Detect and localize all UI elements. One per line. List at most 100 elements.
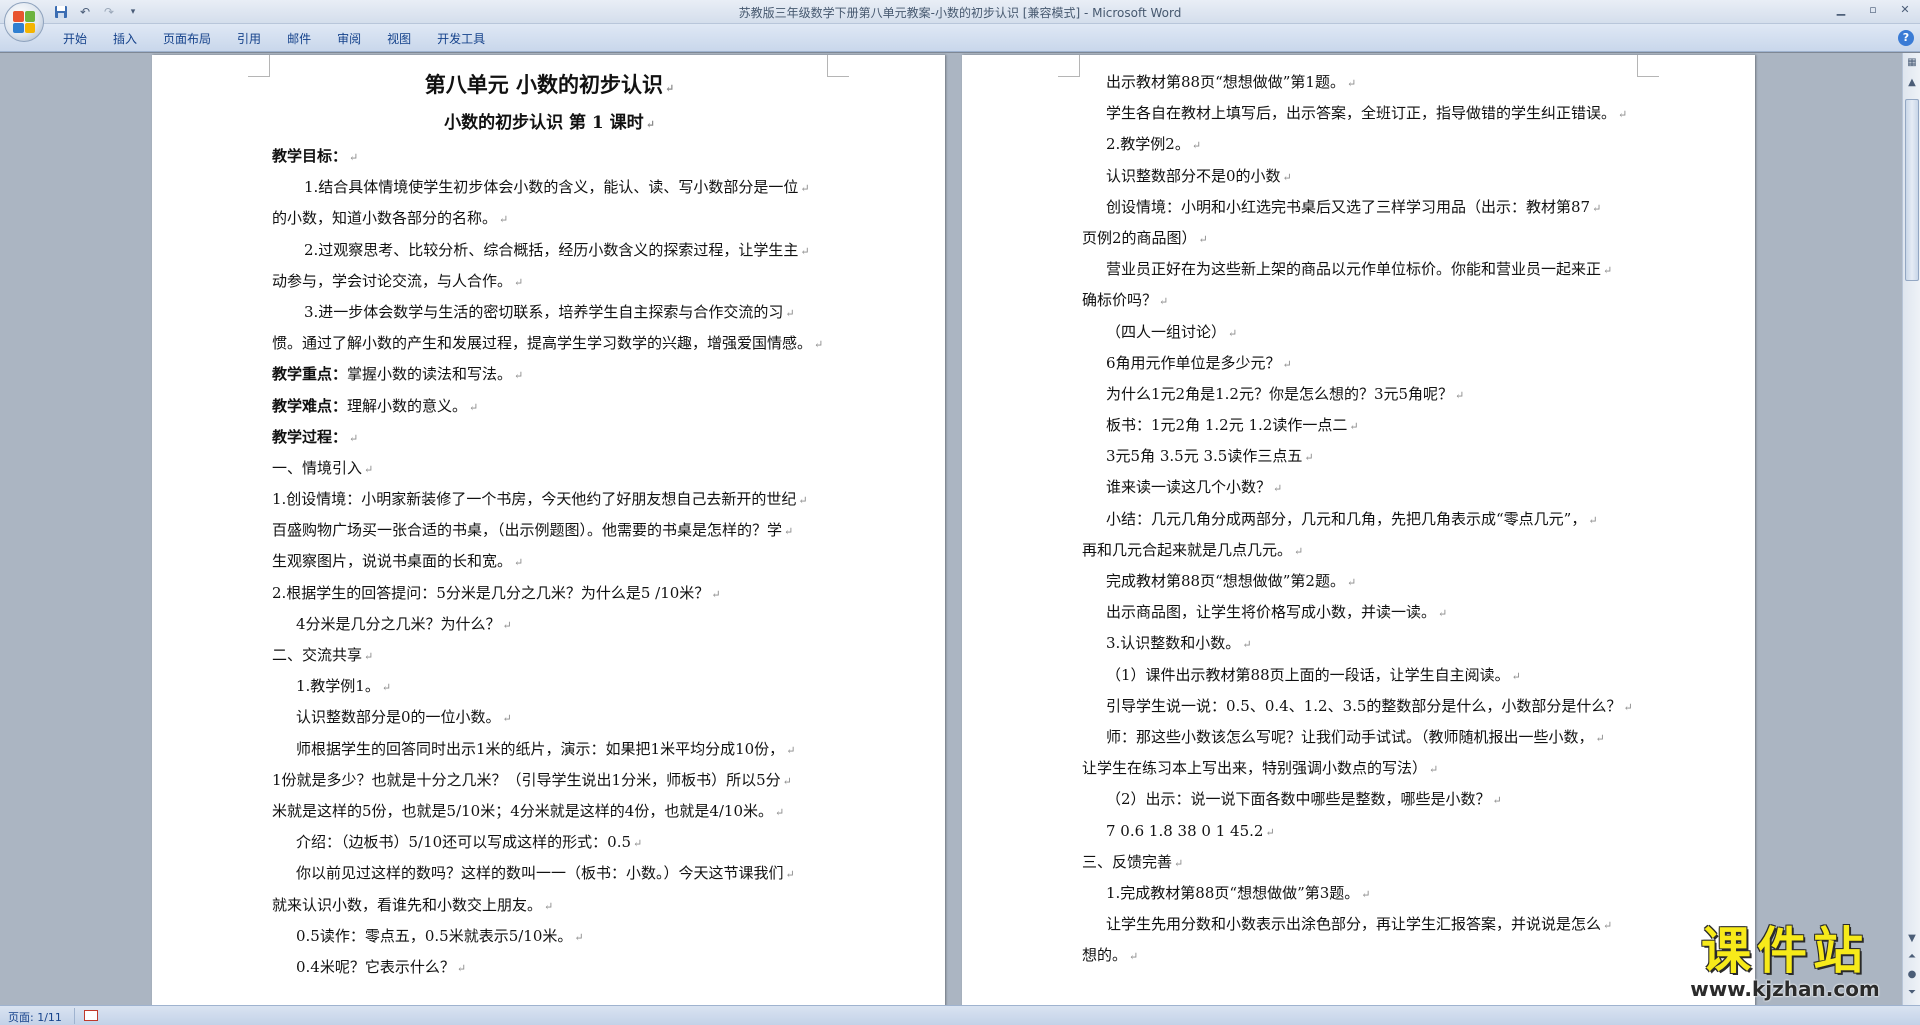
tab-mailings[interactable]: 邮件 (274, 30, 324, 48)
paragraph-line: 出示商品图，让学生将价格写成小数，并读一读。 ↵ (1082, 597, 1637, 628)
paragraph-mark-icon: ↵ (1618, 108, 1628, 122)
maximize-icon[interactable]: ▫ (1864, 2, 1882, 18)
previous-page-icon[interactable]: ⏶ (1904, 949, 1920, 965)
paragraph-text: 1.教学例1。 (296, 677, 380, 696)
paragraph-text: 2.根据学生的回答提问：5分米是几分之几米？为什么是5 /10米？ (272, 583, 710, 602)
tab-insert[interactable]: 插入 (100, 30, 150, 48)
paragraph-text: 教学过程： (272, 427, 348, 446)
paragraph-mark-icon: ↵ (1174, 856, 1184, 870)
margin-corner (248, 55, 270, 77)
paragraph-text: 1份就是多少？也就是十分之几米？（引导学生说出1分米，师板书）所以5分 (272, 770, 781, 789)
paragraph-text: 6角用元作单位是多少元？ (1106, 353, 1281, 372)
paragraph-mark-icon: ↵ (785, 868, 795, 882)
paragraph-text: 教学目标： (272, 147, 348, 165)
status-bar: 页面: 1/11 (0, 1005, 1920, 1025)
paragraph-text: 认识整数部分不是0的小数 (1106, 166, 1281, 185)
browse-object-icon[interactable]: ● (1904, 967, 1920, 983)
paragraph-line: 认识整数部分是0的一位小数。 ↵ (272, 702, 827, 733)
paragraph-text: 1.结合具体情境使学生初步体会小数的含义，能认、读、写小数部分是一位 (304, 178, 799, 197)
paragraph-heading: 教学难点： (272, 396, 348, 415)
page-left[interactable]: 第八单元 小数的初步认识 ↵ 小数的初步认识 第 1 课时 ↵ 教学目标： ↵ 1.结合… (152, 55, 945, 1005)
paragraph-text: 惯。通过了解小数的产生和发展过程，提高学生学习数学的兴趣，增强爱国情感。 (272, 334, 813, 353)
paragraph-text: 4分米是几分之几米？为什么？ (296, 614, 501, 633)
paragraph-line: 生观察图片，说说书桌面的长和宽。 ↵ (272, 546, 827, 577)
paragraph-line: 学生各自在教材上填写后，出示答案，全班订正，指导做错的学生纠正错误。 ↵ (1082, 98, 1637, 129)
paragraph-text: 0.5读作：零点五，0.5米就表示5/10米。 (296, 926, 573, 945)
paragraph-line: 米就是这样的5份，也就是5/10米；4分米就是这样的4份，也就是4/10米。 ↵ (272, 796, 827, 827)
paragraph-text: 2.过观察思考、比较分析、综合概括，经历小数含义的探索过程，让学生主 (304, 240, 799, 259)
paragraph-mark-icon: ↵ (502, 618, 512, 632)
watermark-url: www.kjzhan.com (1690, 977, 1880, 1001)
right-paragraphs: 出示教材第88页“想想做做”第1题。 ↵ 学生各自在教材上填写后，出示答案，全班订正… (1082, 67, 1637, 971)
paragraph-line: 教学目标： ↵ (272, 141, 827, 172)
help-icon[interactable]: ? (1898, 30, 1914, 46)
paragraph-text: 生观察图片，说说书桌面的长和宽。 (272, 552, 513, 571)
paragraph-line: 6角用元作单位是多少元？ ↵ (1082, 348, 1637, 379)
office-button[interactable] (4, 2, 44, 42)
scroll-thumb[interactable] (1905, 99, 1919, 281)
paragraph-mark-icon: ↵ (1273, 482, 1283, 496)
proofing-icon[interactable] (84, 1010, 98, 1021)
paragraph-line: 2.过观察思考、比较分析、综合概括，经历小数含义的探索过程，让学生主 ↵ (272, 235, 827, 266)
paragraph-mark-icon: ↵ (786, 743, 796, 757)
paragraph-mark-icon: ↵ (1361, 887, 1371, 901)
scroll-up-icon[interactable]: ▲ (1904, 75, 1920, 91)
next-page-icon[interactable]: ⏷ (1904, 985, 1920, 1001)
paragraph-text: 让学生先用分数和小数表示出涂色部分，再让学生汇报答案，并说说是怎么 (1106, 915, 1602, 934)
vertical-scrollbar[interactable]: ▦ ▲ ▼ ⏶ ● ⏷ (1902, 53, 1920, 1005)
paragraph-text: 3.进一步体会数学与生活的密切联系，培养学生自主探索与合作交流的习 (304, 302, 784, 321)
paragraph-line: 1.完成教材第88页“想想做做”第3题。 ↵ (1082, 878, 1637, 909)
paragraph-mark-icon: ↵ (1282, 357, 1292, 371)
paragraph-mark-icon: ↵ (1492, 794, 1502, 808)
tab-page-layout[interactable]: 页面布局 (150, 30, 224, 48)
paragraph-line: 0.5读作：零点五，0.5米就表示5/10米。 ↵ (272, 921, 827, 952)
paragraph-text: 页例2的商品图） (1082, 228, 1197, 247)
paragraph-line: 二、交流共享 ↵ (272, 640, 827, 671)
paragraph-mark-icon: ↵ (1349, 420, 1359, 434)
paragraph-text: 百盛购物广场买一张合适的书桌，（出示例题图）。他需要的书桌是怎样的？学 (272, 521, 783, 540)
paragraph-line: 让学生在练习本上写出来，特别强调小数点的写法） ↵ (1082, 753, 1637, 784)
document-area[interactable]: 第八单元 小数的初步认识 ↵ 小数的初步认识 第 1 课时 ↵ 教学目标： ↵ 1.结合… (0, 53, 1902, 1005)
paragraph-text: 3元5角 3.5元 3.5读作三点五 (1106, 447, 1303, 466)
tab-developer[interactable]: 开发工具 (424, 30, 498, 48)
paragraph-line: 就来认识小数，看谁先和小数交上朋友。 ↵ (272, 890, 827, 921)
paragraph-line: 百盛购物广场买一张合适的书桌，（出示例题图）。他需要的书桌是怎样的？学 ↵ (272, 515, 827, 546)
close-icon[interactable]: ✕ (1896, 2, 1914, 18)
window-title: 苏教版三年级数学下册第八单元教案-小数的初步认识 [兼容模式] - Micros… (738, 6, 1182, 20)
paragraph-mark-icon: ↵ (785, 306, 795, 320)
paragraph-text: 出示商品图，让学生将价格写成小数，并读一读。 (1106, 603, 1437, 622)
window-controls: ▁ ▫ ✕ (1832, 2, 1914, 18)
tab-references[interactable]: 引用 (224, 30, 274, 48)
tab-home[interactable]: 开始 (50, 30, 100, 48)
scroll-down-icon[interactable]: ▼ (1904, 931, 1920, 947)
tab-view[interactable]: 视图 (374, 30, 424, 48)
paragraph-text: 掌握小数的读法和写法。 (347, 365, 513, 384)
paragraph-heading: 教学重点： (272, 365, 348, 384)
paragraph-text: （四人一组讨论） (1106, 322, 1227, 341)
paragraph-mark-icon: ↵ (633, 837, 643, 851)
minimize-icon[interactable]: ▁ (1832, 2, 1850, 18)
office-logo-icon (13, 11, 35, 33)
paragraph-text: 师根据学生的回答同时出示1米的纸片，演示：如果把1米平均分成10份， (296, 739, 785, 758)
paragraph-line: 动参与，学会讨论交流，与人合作。 ↵ (272, 266, 827, 297)
paragraph-mark-icon: ↵ (1438, 607, 1448, 621)
paragraph-mark-icon: ↵ (1282, 170, 1292, 184)
document-subtitle: 小数的初步认识 第 1 课时 ↵ (444, 113, 655, 133)
tab-review[interactable]: 审阅 (324, 30, 374, 48)
left-paragraphs: 教学目标： ↵ 1.结合具体情境使学生初步体会小数的含义，能认、读、写小数部分是一位… (272, 141, 827, 983)
paragraph-text: （1）课件出示教材第88页上面的一段话，让学生自主阅读。 (1106, 665, 1510, 684)
ruler-toggle-icon[interactable]: ▦ (1904, 55, 1920, 71)
paragraph-text: 三、反馈完善 (1082, 852, 1173, 871)
paragraph-text: 确标价吗？ (1082, 291, 1158, 310)
paragraph-text: 小结：几元几角分成两部分，几元和几角，先把几角表示成“零点几元”， (1106, 509, 1587, 528)
paragraph-line: 页例2的商品图） ↵ (1082, 223, 1637, 254)
paragraph-mark-icon: ↵ (502, 712, 512, 726)
page-count[interactable]: 页面: 1/11 (8, 1009, 62, 1025)
paragraph-line: 小结：几元几角分成两部分，几元和几角，先把几角表示成“零点几元”， ↵ (1082, 504, 1637, 535)
paragraph-line: （2）出示：说一说下面各数中哪些是整数，哪些是小数？ ↵ (1082, 784, 1637, 815)
paragraph-text: 米就是这样的5份，也就是5/10米；4分米就是这样的4份，也就是4/10米。 (272, 801, 774, 820)
paragraph-line: 3.认识整数和小数。 ↵ (1082, 628, 1637, 659)
page-right[interactable]: 出示教材第88页“想想做做”第1题。 ↵ 学生各自在教材上填写后，出示答案，全班订正… (962, 55, 1755, 1005)
paragraph-line: 教学过程： ↵ (272, 422, 827, 453)
paragraph-line: 让学生先用分数和小数表示出涂色部分，再让学生汇报答案，并说说是怎么 ↵ (1082, 909, 1637, 940)
